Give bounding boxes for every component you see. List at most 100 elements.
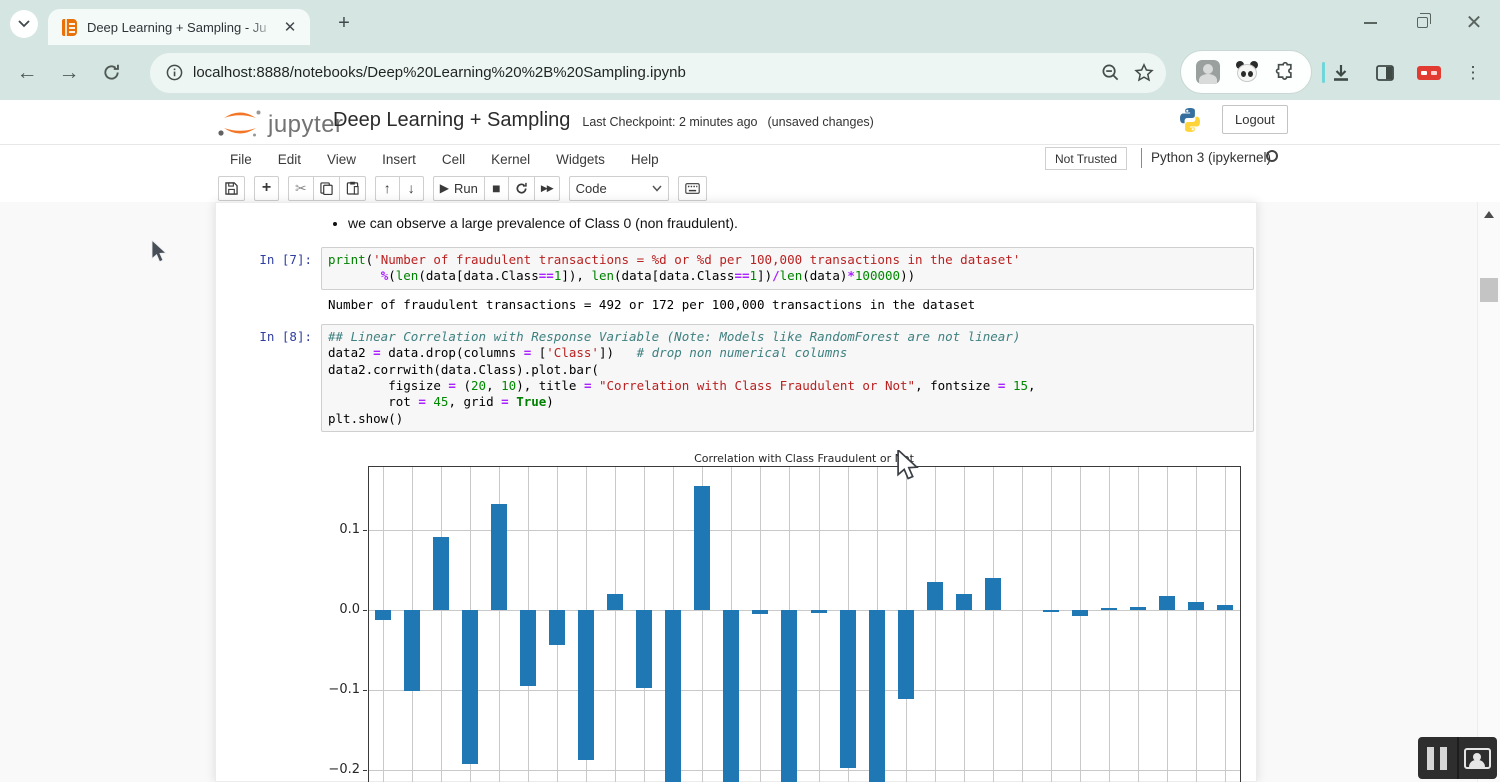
panda-face [1237,64,1257,82]
command-palette-button[interactable] [678,176,707,201]
save-button[interactable] [218,176,245,201]
url-text[interactable]: localhost:8888/notebooks/Deep%20Learning… [193,64,1101,81]
picture-in-picture-button[interactable] [1457,737,1498,779]
cut-cell-button[interactable]: ✂ [288,176,314,201]
add-cell-button[interactable]: + [254,176,279,201]
keyboard-icon [685,183,700,194]
menu-item-kernel[interactable]: Kernel [491,152,530,167]
code-cell-7[interactable]: In [7]: print('Number of fraudulent tran… [216,247,1256,290]
scrollbar-thumb[interactable] [1480,278,1498,302]
side-panel-button[interactable] [1368,56,1402,90]
extensions-puzzle-icon[interactable] [1274,61,1296,83]
play-icon: ▶ [440,182,449,194]
input-prompt: In [8]: [216,324,321,432]
code-line: plt.show() [328,411,1247,427]
profile-avatar-icon[interactable] [1196,60,1220,84]
kernel-idle-indicator-icon [1266,150,1278,162]
pause-button[interactable] [1418,737,1457,779]
browser-tab[interactable]: Deep Learning + Sampling - Ju ✕ [48,9,310,45]
menu-item-widgets[interactable]: Widgets [556,152,605,167]
jupyter-page: jupyter Deep Learning + Sampling Last Ch… [0,100,1500,782]
back-icon: ← [17,61,38,85]
new-tab-button[interactable]: + [332,11,356,35]
scroll-up-arrow-icon [1484,211,1494,218]
notebook-title[interactable]: Deep Learning + Sampling [333,109,570,132]
notebook-favicon-icon [62,19,77,36]
tab-title: Deep Learning + Sampling - Ju [87,20,276,35]
restart-kernel-button[interactable] [508,176,535,201]
side-panel-icon [1375,63,1395,83]
kernel-name: Python 3 (ipykernel) [1151,150,1271,165]
back-button[interactable]: ← [10,56,44,90]
code-line: data2.corrwith(data.Class).plot.bar( [328,362,1247,378]
run-button[interactable]: ▶ Run [433,176,485,201]
stop-icon: ■ [492,181,500,195]
code-line: rot = 45, grid = True) [328,394,1247,410]
code-input-area[interactable]: ## Linear Correlation with Response Vari… [321,324,1254,432]
move-cell-up-button[interactable]: ↑ [375,176,400,201]
scissors-icon: ✂ [295,181,307,195]
menu-item-edit[interactable]: Edit [278,152,301,167]
move-cell-down-button[interactable]: ↓ [399,176,424,201]
paste-cell-button[interactable] [339,176,366,201]
notebook-toolbar: + ✂ ↑ ↓ ▶ Run ■ ▶▶ Code [218,175,716,201]
menu-item-file[interactable]: File [230,152,252,167]
copy-icon [320,182,333,195]
logout-button[interactable]: Logout [1222,105,1288,134]
code-line: data2 = data.drop(columns = ['Class']) #… [328,345,1247,361]
window-restore-button[interactable] [1396,0,1448,45]
fast-forward-icon: ▶▶ [541,184,553,193]
menu-item-view[interactable]: View [327,152,356,167]
menu-item-help[interactable]: Help [631,152,659,167]
arrow-down-icon: ↓ [408,181,415,195]
restart-run-all-button[interactable]: ▶▶ [534,176,560,201]
address-bar[interactable]: localhost:8888/notebooks/Deep%20Learning… [150,53,1166,93]
window-close-button[interactable]: ✕ [1448,0,1500,45]
panda-eye-left [1241,71,1246,77]
bookmark-star-icon[interactable] [1134,63,1154,83]
copy-cell-button[interactable] [313,176,340,201]
browser-menu-button[interactable]: ⋮ [1456,56,1490,90]
checkpoint-status: Last Checkpoint: 2 minutes ago [582,115,757,129]
jupyter-logo[interactable]: jupyter [218,107,344,139]
notebook-menubar: FileEditViewInsertCellKernelWidgetsHelp … [0,145,1500,173]
tab-close-icon[interactable]: ✕ [280,17,300,37]
not-trusted-button[interactable]: Not Trusted [1045,147,1127,170]
picture-in-picture-icon [1464,748,1491,769]
code-line: figsize = (20, 10), title = "Correlation… [328,378,1247,394]
site-info-icon[interactable] [166,64,183,81]
scrollbar-up-button[interactable] [1478,206,1500,222]
forward-button[interactable]: → [52,56,86,90]
notebook-header: jupyter Deep Learning + Sampling Last Ch… [0,100,1500,144]
extensions-pill [1180,50,1312,94]
output-text: Number of fraudulent transactions = 492 … [321,297,975,312]
interrupt-kernel-button[interactable]: ■ [484,176,509,201]
three-dot-menu-icon: ⋮ [1465,63,1482,83]
chevron-down-icon [18,20,30,28]
red-extension-button[interactable] [1412,56,1446,90]
tab-search-button[interactable] [10,10,38,38]
code-input-area[interactable]: print('Number of fraudulent transactions… [321,247,1254,290]
mouse-cursor-primary [896,450,924,484]
restart-icon [515,182,528,195]
page-scrollbar[interactable] [1477,202,1500,782]
close-icon: ✕ [1466,13,1483,33]
markdown-cell[interactable]: we can observe a large prevalence of Cla… [216,203,1256,235]
input-prompt: In [7]: [216,247,321,290]
cell-type-select[interactable]: Code [569,176,669,201]
code-line: print('Number of fraudulent transactions… [328,252,1247,268]
run-label: Run [454,181,478,196]
menu-item-cell[interactable]: Cell [442,152,465,167]
window-minimize-button[interactable] [1344,0,1396,45]
downloads-button[interactable] [1324,56,1358,90]
panda-extension-icon[interactable] [1235,61,1259,83]
unsaved-changes-status: (unsaved changes) [768,115,874,129]
save-icon [225,182,238,195]
reload-button[interactable] [94,56,128,90]
output-prompt [216,297,321,312]
zoom-out-icon[interactable] [1101,63,1120,82]
screen: Deep Learning + Sampling - Ju ✕ + ✕ ← → … [0,0,1500,782]
code-cell-8[interactable]: In [8]: ## Linear Correlation with Respo… [216,324,1256,432]
reload-icon [102,63,121,82]
menu-item-insert[interactable]: Insert [382,152,416,167]
